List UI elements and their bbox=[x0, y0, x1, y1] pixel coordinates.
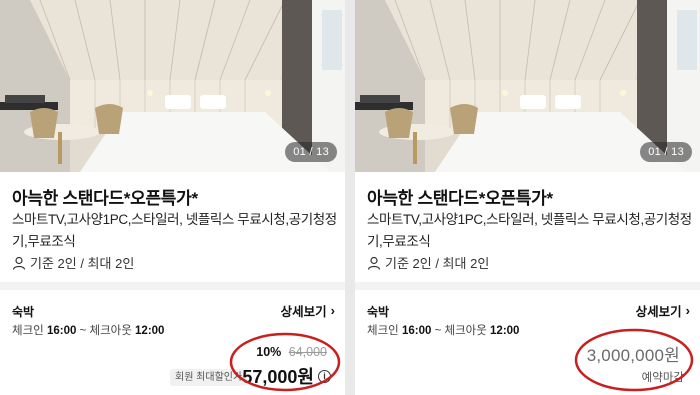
detail-label: 상세보기 bbox=[635, 305, 682, 319]
time-separator: ~ bbox=[434, 325, 442, 337]
room-capacity: 기준 2인 / 최대 2인 bbox=[367, 253, 489, 272]
detail-label: 상세보기 bbox=[280, 305, 327, 319]
room-amenities: 스마트TV,고사양1PC,스타일러, 넷플릭스 무료시청,공기청정기,무료조식 bbox=[367, 212, 692, 249]
discount-row: 10% 64,000 bbox=[256, 345, 327, 359]
photo-counter: 01 / 13 bbox=[640, 142, 692, 162]
booking-closed-status: 예약마감 bbox=[641, 372, 684, 384]
capacity-text: 기준 2인 / 최대 2인 bbox=[385, 256, 490, 271]
room-card-left[interactable]: 01 / 13 아늑한 스탠다드*오픈특가* 스마트TV,고사양1PC,스타일러… bbox=[0, 0, 345, 395]
capacity-text: 기준 2인 / 최대 2인 bbox=[30, 256, 135, 271]
stay-label: 숙박 bbox=[367, 305, 390, 319]
person-icon bbox=[367, 256, 381, 270]
chevron-right-icon: › bbox=[685, 303, 690, 318]
checkout-time: 12:00 bbox=[490, 325, 520, 337]
checkout-time: 12:00 bbox=[135, 325, 165, 337]
detail-button[interactable]: 상세보기 › bbox=[281, 301, 335, 320]
stay-label: 숙박 bbox=[12, 305, 35, 319]
final-price: 3,000,000원 bbox=[586, 346, 680, 365]
room-title: 아늑한 스탠다드*오픈특가* bbox=[367, 189, 553, 208]
room-title: 아늑한 스탠다드*오픈특가* bbox=[12, 189, 198, 208]
original-price: 64,000 bbox=[288, 345, 327, 359]
info-icon[interactable]: i bbox=[318, 369, 331, 383]
room-capacity: 기준 2인 / 최대 2인 bbox=[12, 253, 134, 272]
checkin-checkout-times: 체크인 16:00 ~ 체크아웃 12:00 bbox=[367, 322, 519, 338]
final-price: 57,000원 bbox=[242, 367, 314, 387]
person-icon bbox=[12, 256, 26, 270]
final-price-row: 57,000원 i bbox=[242, 363, 331, 389]
room-photo[interactable]: 01 / 13 bbox=[0, 0, 345, 172]
time-separator: ~ bbox=[79, 325, 87, 337]
section-divider bbox=[0, 282, 345, 290]
member-discount-badge: 회원 최대할인가 bbox=[170, 369, 248, 386]
checkin-time: 16:00 bbox=[46, 325, 77, 337]
detail-button[interactable]: 상세보기 › bbox=[636, 301, 690, 320]
discount-rate: 10% bbox=[256, 345, 282, 359]
room-photo[interactable]: 01 / 13 bbox=[355, 0, 700, 172]
checkin-label: 체크인 bbox=[367, 325, 399, 337]
room-amenities: 스마트TV,고사양1PC,스타일러, 넷플릭스 무료시청,공기청정기,무료조식 bbox=[12, 212, 337, 249]
chevron-right-icon: › bbox=[330, 303, 335, 318]
photo-counter: 01 / 13 bbox=[285, 142, 337, 162]
checkin-label: 체크인 bbox=[12, 325, 44, 337]
checkout-label: 체크아웃 bbox=[89, 325, 132, 337]
section-divider bbox=[355, 282, 700, 290]
checkin-checkout-times: 체크인 16:00 ~ 체크아웃 12:00 bbox=[12, 322, 164, 338]
checkin-time: 16:00 bbox=[401, 325, 432, 337]
checkout-label: 체크아웃 bbox=[444, 325, 487, 337]
room-card-right[interactable]: 01 / 13 아늑한 스탠다드*오픈특가* 스마트TV,고사양1PC,스타일러… bbox=[355, 0, 700, 395]
